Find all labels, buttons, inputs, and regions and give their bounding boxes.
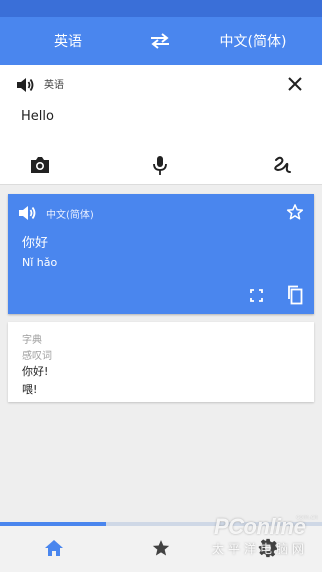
dictionary-entry[interactable]: 你好! (22, 363, 48, 379)
microphone-icon[interactable] (152, 155, 168, 176)
part-of-speech-label: 感叹词 (22, 351, 52, 362)
clear-icon[interactable] (287, 76, 303, 92)
handwriting-icon[interactable] (272, 155, 292, 175)
status-bar (0, 0, 322, 17)
translated-text: 你好 (22, 236, 49, 251)
star-icon[interactable] (151, 538, 171, 558)
dictionary-title: 字典 (22, 335, 42, 346)
input-language-label: 英语 (44, 80, 64, 91)
swap-arrows-icon[interactable] (149, 32, 171, 50)
camera-icon[interactable] (30, 156, 50, 174)
copy-icon[interactable] (286, 285, 303, 305)
star-outline-icon[interactable] (286, 203, 304, 221)
transliteration-text: Nǐ hǎo (22, 256, 58, 269)
fullscreen-icon[interactable] (250, 289, 263, 302)
target-language-button[interactable]: 中文(简体) (205, 31, 301, 51)
translation-result-card: 中文(简体) 你好 Nǐ hǎo (8, 194, 314, 314)
input-card: 英语 Hello (0, 65, 322, 185)
watermark-domain: com.cn (296, 514, 318, 521)
settings-icon[interactable] (258, 538, 278, 558)
result-language-label: 中文(简体) (46, 210, 94, 221)
dictionary-card: 字典 感叹词 你好! 喂! (8, 322, 314, 402)
dictionary-entry[interactable]: 喂! (22, 381, 37, 397)
input-text[interactable]: Hello (21, 109, 54, 124)
language-bar: 英语 中文(简体) (0, 17, 322, 65)
bottom-navigation (0, 526, 322, 572)
speaker-icon[interactable] (16, 76, 36, 94)
source-language-button[interactable]: 英语 (30, 31, 106, 51)
speaker-icon[interactable] (18, 204, 38, 222)
home-icon[interactable] (44, 539, 64, 557)
